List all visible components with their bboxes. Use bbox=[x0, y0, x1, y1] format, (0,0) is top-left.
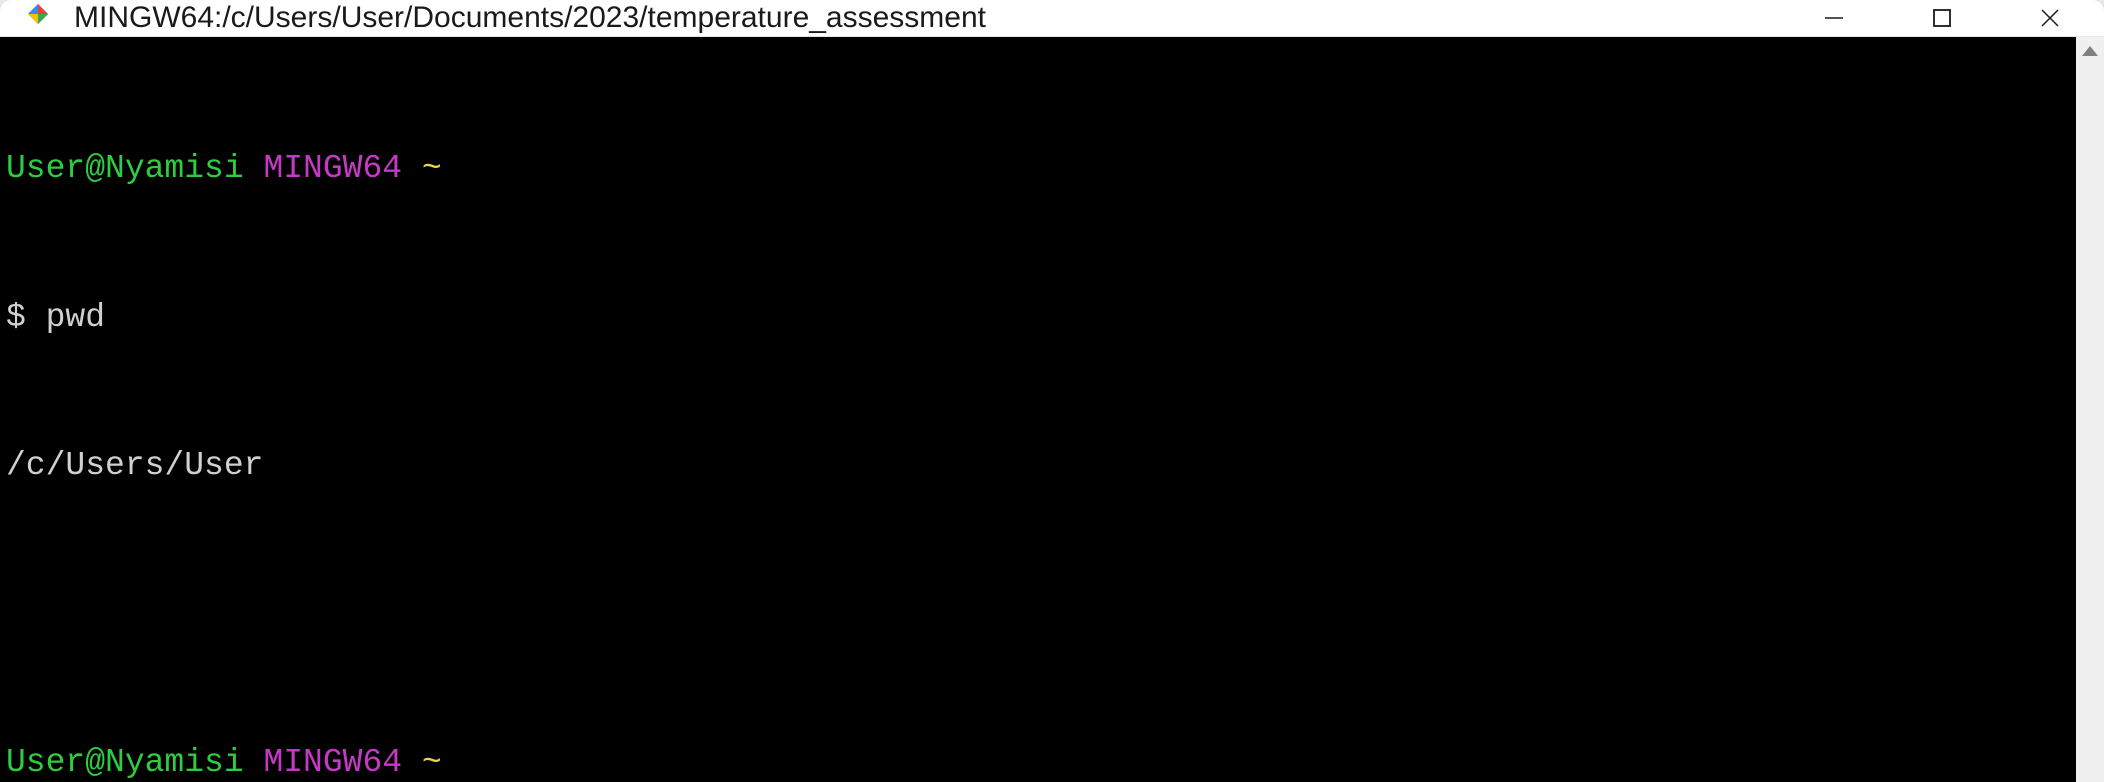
terminal-wrapper: User@Nyamisi MINGW64 ~ $ pwd /c/Users/Us… bbox=[0, 37, 2104, 782]
prompt-user: User@Nyamisi bbox=[6, 744, 244, 781]
prompt-line: User@Nyamisi MINGW64 ~ bbox=[6, 144, 2070, 194]
blank-line bbox=[6, 590, 2070, 640]
maximize-icon bbox=[1932, 8, 1952, 28]
maximize-button[interactable] bbox=[1888, 0, 1996, 36]
prompt-path: ~ bbox=[422, 744, 442, 781]
minimize-button[interactable] bbox=[1780, 0, 1888, 36]
prompt-mingw: MINGW64 bbox=[263, 150, 402, 187]
output-text: /c/Users/User bbox=[6, 447, 263, 484]
app-icon bbox=[20, 0, 56, 36]
close-icon bbox=[2039, 7, 2061, 29]
output-line: /c/Users/User bbox=[6, 441, 2070, 491]
scrollbar[interactable] bbox=[2076, 37, 2104, 782]
prompt-user: User@Nyamisi bbox=[6, 150, 244, 187]
command-text: pwd bbox=[46, 299, 105, 336]
terminal-window: MINGW64:/c/Users/User/Documents/2023/tem… bbox=[0, 0, 2104, 782]
terminal-content[interactable]: User@Nyamisi MINGW64 ~ $ pwd /c/Users/Us… bbox=[0, 37, 2076, 782]
window-titlebar[interactable]: MINGW64:/c/Users/User/Documents/2023/tem… bbox=[0, 0, 2104, 37]
prompt-mingw: MINGW64 bbox=[263, 744, 402, 781]
command-line: $ pwd bbox=[6, 293, 2070, 343]
close-button[interactable] bbox=[1996, 0, 2104, 36]
window-controls bbox=[1780, 0, 2104, 36]
prompt-path: ~ bbox=[422, 150, 442, 187]
command-prefix: $ bbox=[6, 299, 46, 336]
prompt-line: User@Nyamisi MINGW64 ~ bbox=[6, 738, 2070, 782]
scroll-up-arrow-icon[interactable] bbox=[2076, 37, 2104, 65]
window-title: MINGW64:/c/Users/User/Documents/2023/tem… bbox=[74, 1, 1780, 35]
minimize-icon bbox=[1823, 7, 1845, 29]
